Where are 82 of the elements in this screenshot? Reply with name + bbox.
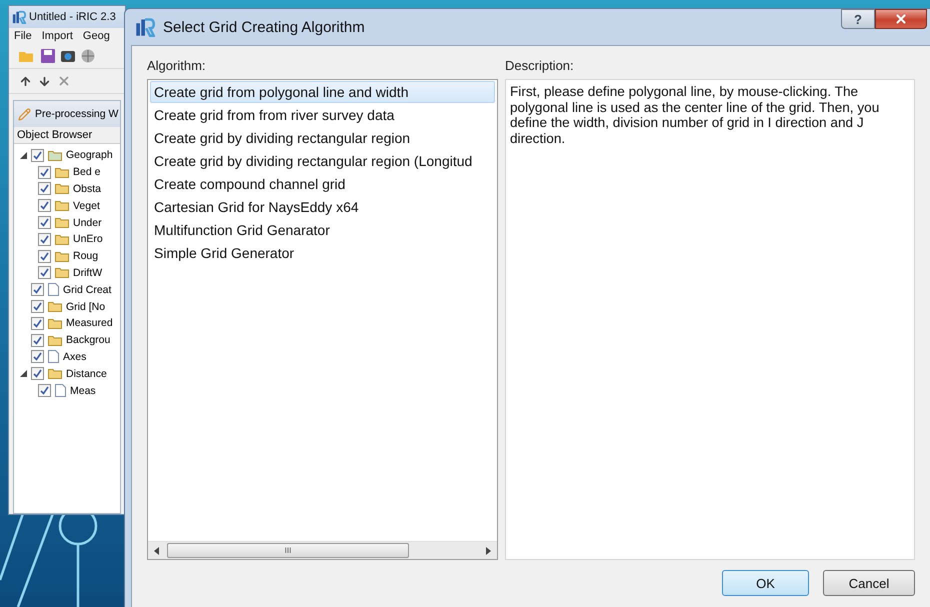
folder-icon (48, 150, 62, 161)
menu-item[interactable]: Geog (82, 30, 110, 42)
camera-icon[interactable] (61, 49, 75, 63)
checkbox[interactable] (38, 384, 51, 398)
algorithm-item[interactable]: Simple Grid Generator (150, 242, 495, 264)
checkbox[interactable] (38, 266, 51, 280)
panel-title: Pre-processing W (35, 108, 118, 120)
globe-icon[interactable] (81, 49, 95, 63)
checkbox[interactable] (38, 232, 51, 246)
checkbox[interactable] (31, 350, 44, 364)
checkbox[interactable] (31, 148, 44, 162)
scrollbar-thumb[interactable]: III (167, 543, 409, 558)
checkbox[interactable] (38, 199, 51, 212)
tree-item-label[interactable]: Backgrou (66, 334, 110, 346)
tree-item-label[interactable]: Measured (66, 317, 113, 330)
app-logo-icon (135, 17, 155, 37)
checkbox[interactable] (38, 182, 51, 196)
tree-item-label[interactable]: DriftW (73, 266, 102, 279)
tree-item-label[interactable]: Obsta (73, 182, 102, 195)
folder-icon (48, 368, 62, 380)
checkbox[interactable] (38, 250, 51, 263)
folder-icon (55, 217, 69, 228)
tree-item-label[interactable]: Roug (73, 250, 98, 262)
help-button[interactable]: ? (841, 9, 875, 29)
app-logo-icon (12, 10, 26, 24)
window-title: Untitled - iRIC 2.3 (29, 11, 116, 23)
algorithm-label: Algorithm: (147, 58, 207, 73)
object-browser-title: Object Browser (14, 127, 120, 144)
description-label: Description: (505, 58, 575, 73)
cancel-button[interactable]: Cancel (823, 570, 915, 596)
horizontal-scrollbar[interactable]: III (148, 541, 497, 559)
tree-item-label[interactable]: UnEro (73, 233, 103, 246)
tree-item-label[interactable]: Grid [No (66, 300, 106, 313)
tree-item-label[interactable]: Axes (63, 350, 86, 363)
document-icon (48, 350, 59, 364)
checkbox[interactable] (38, 166, 51, 179)
folder-icon (55, 250, 69, 262)
ok-button[interactable]: OK (722, 570, 809, 596)
tree-item-label[interactable]: Veget (73, 200, 100, 212)
algorithm-item[interactable]: Cartesian Grid for NaysEddy x64 (150, 196, 495, 218)
menu-item[interactable]: File (14, 30, 32, 42)
algorithm-item[interactable]: Create grid from from river survey data (150, 104, 495, 126)
algorithm-item[interactable]: Create grid by dividing rectangular region (150, 127, 495, 148)
folder-icon (55, 183, 69, 194)
tree-item-label[interactable]: Geograph (66, 149, 113, 162)
pencil-icon (18, 108, 31, 120)
folder-icon (48, 318, 62, 329)
folder-icon (55, 200, 69, 212)
algorithm-item[interactable]: Create grid by dividing rectangular region (Longitud (150, 150, 495, 172)
expand-arrow-icon[interactable] (20, 370, 27, 378)
algorithm-item[interactable]: Create compound channel grid (150, 173, 495, 194)
folder-icon (55, 166, 69, 178)
tree-item-label[interactable]: Grid Creat (63, 284, 112, 296)
tree-item-label[interactable]: Meas (70, 384, 96, 397)
checkbox[interactable] (31, 300, 44, 314)
checkbox[interactable] (38, 216, 51, 230)
document-icon (55, 384, 66, 398)
folder-icon (48, 301, 62, 312)
folder-icon (55, 267, 69, 278)
folder-icon (55, 234, 69, 245)
checkbox[interactable] (31, 334, 44, 347)
description-text: First, please define polygonal line, by mouse-clicking. The polygonal line is used as the center line of the grid. Then, you define the width, division number of grid in I direction and J direction. (505, 79, 915, 560)
algorithm-item[interactable]: Multifunction Grid Genarator (150, 219, 495, 240)
close-button[interactable] (875, 9, 927, 29)
checkbox[interactable] (31, 283, 44, 296)
document-icon (48, 283, 59, 296)
save-icon[interactable] (41, 49, 55, 63)
checkbox[interactable] (31, 367, 44, 380)
move-down-icon[interactable] (38, 74, 51, 88)
dialog-title: Select Grid Creating Algorithm (163, 18, 365, 36)
expand-arrow-icon[interactable] (20, 152, 27, 159)
algorithm-item[interactable]: Create grid from polygonal line and width (150, 81, 495, 102)
folder-icon (48, 334, 62, 346)
menu-item[interactable]: Import (42, 30, 73, 42)
checkbox[interactable] (31, 316, 44, 330)
close-icon (894, 12, 908, 26)
scroll-right-icon[interactable] (486, 546, 491, 554)
scroll-left-icon[interactable] (154, 546, 159, 554)
tree-item-label[interactable]: Distance (66, 368, 107, 380)
tree-item-label[interactable]: Under (73, 216, 102, 229)
move-up-icon[interactable] (19, 74, 32, 88)
tree-item-label[interactable]: Bed e (73, 166, 100, 178)
